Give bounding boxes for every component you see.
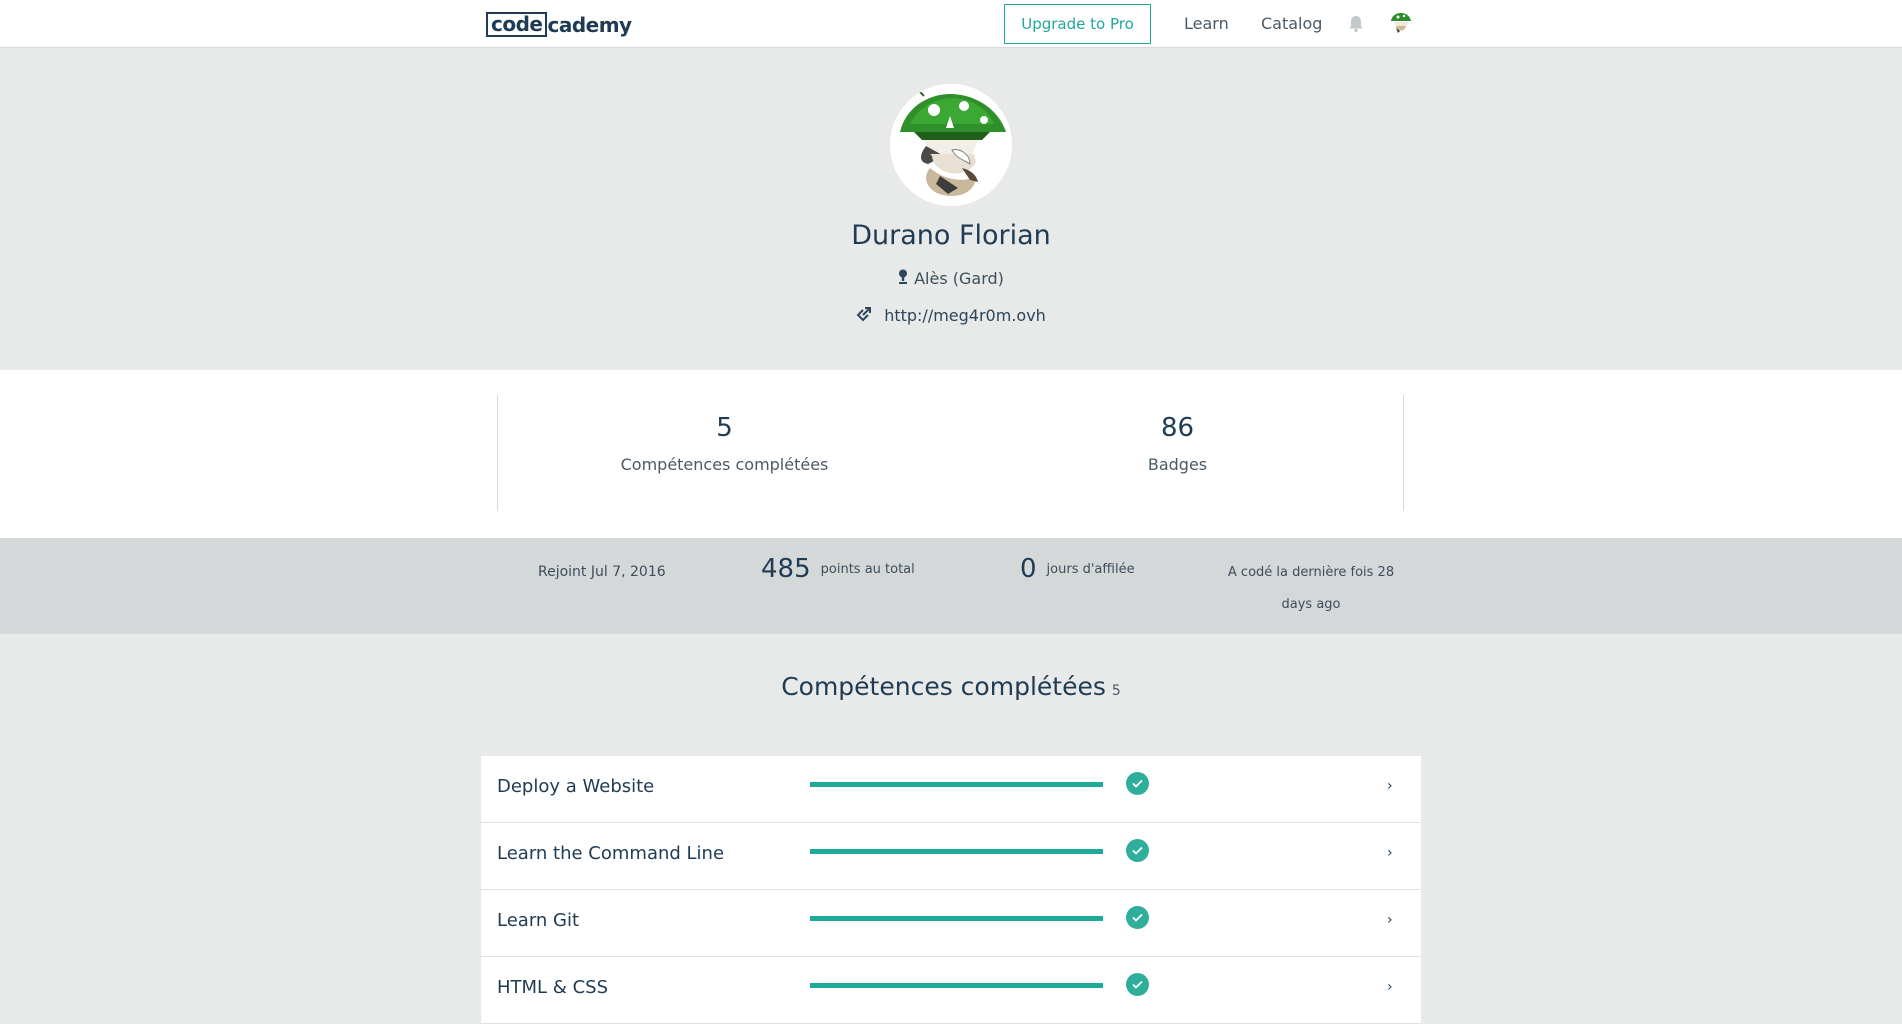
points-label: points au total — [820, 562, 915, 577]
badges-count: 86 — [1160, 413, 1195, 443]
nav-avatar[interactable] — [1388, 10, 1414, 36]
link-icon — [856, 306, 872, 322]
streak-summary: 0 jours d'affilée — [1020, 554, 1135, 584]
skills-title-text: Compétences complétées — [781, 672, 1106, 701]
codecademy-logo[interactable]: code cademy — [486, 12, 632, 37]
bell-icon[interactable] — [1348, 15, 1364, 33]
stats-band: 5 Compétences complétées 86 Badges — [0, 370, 1902, 538]
joined-date: Rejoint Jul 7, 2016 — [538, 564, 666, 580]
chevron-right-icon[interactable]: › — [1387, 912, 1393, 928]
skill-progress-fill — [810, 916, 1103, 921]
chevron-right-icon[interactable]: › — [1387, 778, 1393, 794]
nav-catalog-link[interactable]: Catalog — [1261, 14, 1322, 33]
stats-container: 5 Compétences complétées 86 Badges — [497, 395, 1404, 511]
skills-label: Compétences complétées — [620, 455, 829, 474]
website-link[interactable]: http://meg4r0m.ovh — [884, 306, 1046, 325]
skills-count: 5 — [716, 413, 733, 443]
skill-progress-bar — [810, 849, 1103, 854]
chevron-right-icon[interactable]: › — [1387, 979, 1393, 995]
top-navbar: code cademy Upgrade to Pro Learn Catalog — [0, 0, 1902, 48]
skills-section-title: Compétences complétées 5 — [0, 672, 1902, 701]
points-summary: 485 points au total — [761, 554, 915, 584]
skill-progress-fill — [810, 849, 1103, 854]
profile-website: http://meg4r0m.ovh — [0, 306, 1902, 325]
profile-header: Durano Florian Alès (Gard) http://meg4r0… — [0, 48, 1902, 370]
skill-name: Deploy a Website — [497, 776, 655, 797]
points-total: 485 — [761, 554, 811, 584]
check-icon — [1126, 906, 1149, 929]
skill-row[interactable]: HTML & CSS › — [481, 957, 1421, 1024]
skills-title-count: 5 — [1111, 683, 1121, 699]
badges-label: Badges — [1147, 455, 1208, 474]
last-coded: A codé la dernière fois 28 days ago — [1227, 565, 1395, 612]
summary-band: Rejoint Jul 7, 2016 485 points au total … — [0, 538, 1902, 634]
check-icon — [1126, 772, 1149, 795]
skill-name: Learn the Command Line — [497, 843, 725, 864]
check-icon — [1126, 973, 1149, 996]
skills-list: Deploy a Website › Learn the Command Lin… — [481, 756, 1421, 1024]
chevron-right-icon[interactable]: › — [1387, 845, 1393, 861]
check-icon — [1126, 839, 1149, 862]
skill-row[interactable]: Learn the Command Line › — [481, 823, 1421, 890]
skills-stat[interactable]: 5 Compétences complétées — [498, 395, 951, 474]
skill-row[interactable]: Deploy a Website › — [481, 756, 1421, 823]
logo-rest-text: cademy — [547, 12, 632, 37]
location-pin-icon — [898, 269, 908, 285]
profile-avatar — [890, 84, 1012, 206]
upgrade-to-pro-button[interactable]: Upgrade to Pro — [1004, 4, 1151, 44]
streak-days: 0 — [1020, 554, 1037, 584]
badges-stat[interactable]: 86 Badges — [951, 395, 1404, 474]
skill-name: HTML & CSS — [497, 977, 608, 998]
profile-location: Alès (Gard) — [0, 269, 1902, 288]
logo-box-text: code — [486, 12, 548, 37]
profile-name: Durano Florian — [851, 220, 1051, 251]
skill-row[interactable]: Learn Git › — [481, 890, 1421, 957]
skill-progress-fill — [810, 782, 1103, 787]
nav-learn-link[interactable]: Learn — [1184, 14, 1229, 33]
skill-name: Learn Git — [497, 910, 580, 931]
skill-progress-bar — [810, 916, 1103, 921]
streak-label: jours d'affilée — [1046, 562, 1135, 577]
skill-progress-bar — [810, 782, 1103, 787]
location-text: Alès (Gard) — [914, 269, 1004, 288]
